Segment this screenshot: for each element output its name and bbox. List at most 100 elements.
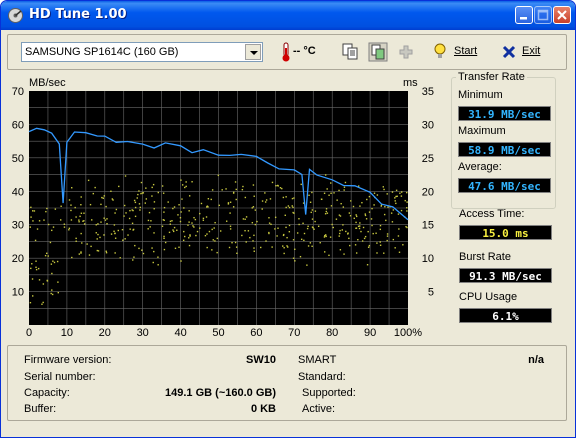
access-time-point <box>271 181 274 184</box>
window-title: HD Tune 1.00 <box>29 7 127 22</box>
access-time-point <box>132 259 134 261</box>
access-time-point <box>325 210 328 213</box>
access-time-point <box>335 218 338 220</box>
access-time-point <box>191 222 193 224</box>
access-time-point <box>110 190 112 192</box>
access-time-point <box>256 220 258 223</box>
access-time-point <box>372 232 374 235</box>
access-time-point <box>363 237 366 240</box>
access-time-point <box>293 212 295 214</box>
access-time-point <box>324 234 326 237</box>
access-time-point <box>342 224 344 226</box>
access-time-point <box>134 201 137 204</box>
access-time-point <box>104 219 107 221</box>
access-time-point <box>82 220 84 222</box>
copy-screenshot-icon[interactable] <box>368 42 388 62</box>
minimum-label: Minimum <box>458 89 503 101</box>
access-time-point <box>37 267 40 270</box>
access-time-point <box>102 197 105 199</box>
access-time-point <box>195 234 197 237</box>
access-time-point <box>99 236 101 239</box>
maximize-button[interactable] <box>534 6 552 24</box>
access-time-point <box>180 179 182 181</box>
average-label: Average: <box>458 161 502 173</box>
y-left-tick-label: 20 <box>12 253 24 265</box>
access-time-point <box>355 214 357 216</box>
access-time-point <box>229 225 232 227</box>
access-time-point <box>357 239 359 241</box>
plus-icon[interactable] <box>398 42 414 62</box>
access-time-point <box>78 219 80 221</box>
chevron-down-icon[interactable] <box>245 44 261 60</box>
minimize-button[interactable] <box>515 6 533 24</box>
title-bar[interactable]: HD Tune 1.00 <box>1 1 575 30</box>
access-time-point <box>357 225 360 227</box>
access-time-point <box>386 235 389 237</box>
access-time-point <box>31 263 33 265</box>
access-time-point <box>163 237 165 240</box>
access-time-point <box>229 212 231 214</box>
access-time-point <box>338 232 341 235</box>
start-button[interactable]: Start <box>454 45 477 57</box>
access-time-point <box>57 281 59 283</box>
access-time-point <box>57 291 59 294</box>
access-time-point <box>188 237 190 239</box>
access-time-point <box>30 206 32 209</box>
access-time-point <box>260 246 262 249</box>
access-time-point <box>330 205 333 207</box>
access-time-point <box>142 192 145 194</box>
access-time-point <box>105 205 107 208</box>
access-time-point <box>45 210 47 213</box>
access-time-point <box>95 232 97 234</box>
drive-select[interactable]: SAMSUNG SP1614C (160 GB) <box>21 42 263 62</box>
maximize-icon <box>537 9 549 21</box>
access-time-point <box>283 252 285 255</box>
access-time-point <box>397 235 400 237</box>
access-time-point <box>92 192 95 195</box>
access-time-point <box>347 232 349 234</box>
y-right-tick-label: 10 <box>422 253 434 265</box>
exit-button[interactable]: Exit <box>522 45 540 57</box>
access-time-point <box>355 215 358 218</box>
access-time-point <box>128 217 131 220</box>
access-time-point <box>123 215 125 217</box>
burst-rate-label: Burst Rate <box>459 251 511 263</box>
stats-panel: Transfer Rate Minimum 31.9 MB/sec Maximu… <box>451 71 567 343</box>
firmware-value: SW10 <box>246 354 276 366</box>
access-time-point <box>330 192 332 194</box>
access-time-point <box>326 212 329 214</box>
access-time-point <box>265 240 267 242</box>
access-time-point <box>311 218 314 220</box>
access-time-point <box>114 237 117 239</box>
right-axis-unit: ms <box>403 77 418 89</box>
access-time-point <box>299 255 302 258</box>
access-time-point <box>205 216 208 218</box>
access-time-point <box>303 239 305 242</box>
access-time-point <box>309 242 312 244</box>
access-time-point <box>261 200 264 202</box>
access-time-point <box>270 223 272 226</box>
access-time-point <box>235 246 238 248</box>
close-icon <box>557 10 567 20</box>
access-time-point <box>285 196 287 198</box>
copy-text-icon[interactable] <box>341 42 359 62</box>
y-right-tick-label: 30 <box>422 119 434 131</box>
access-time-point <box>324 213 327 215</box>
access-time-point <box>241 188 244 191</box>
x-axis-ticks: 0 10 20 30 40 50 60 70 80 90 100% <box>26 327 422 339</box>
access-time-point <box>364 213 366 215</box>
access-time-point <box>293 197 295 199</box>
access-time-point <box>244 218 246 220</box>
access-time-point <box>80 196 82 198</box>
access-time-point <box>338 214 341 216</box>
access-time-point <box>180 260 182 262</box>
access-time-point <box>358 227 361 230</box>
access-time-point <box>300 238 303 241</box>
access-time-point <box>319 242 321 244</box>
close-button[interactable] <box>553 6 571 24</box>
access-time-point <box>144 202 147 204</box>
access-time-point <box>254 209 257 211</box>
firmware-label: Firmware version: <box>24 354 112 366</box>
access-time-point <box>382 186 384 188</box>
access-time-point <box>400 209 403 212</box>
